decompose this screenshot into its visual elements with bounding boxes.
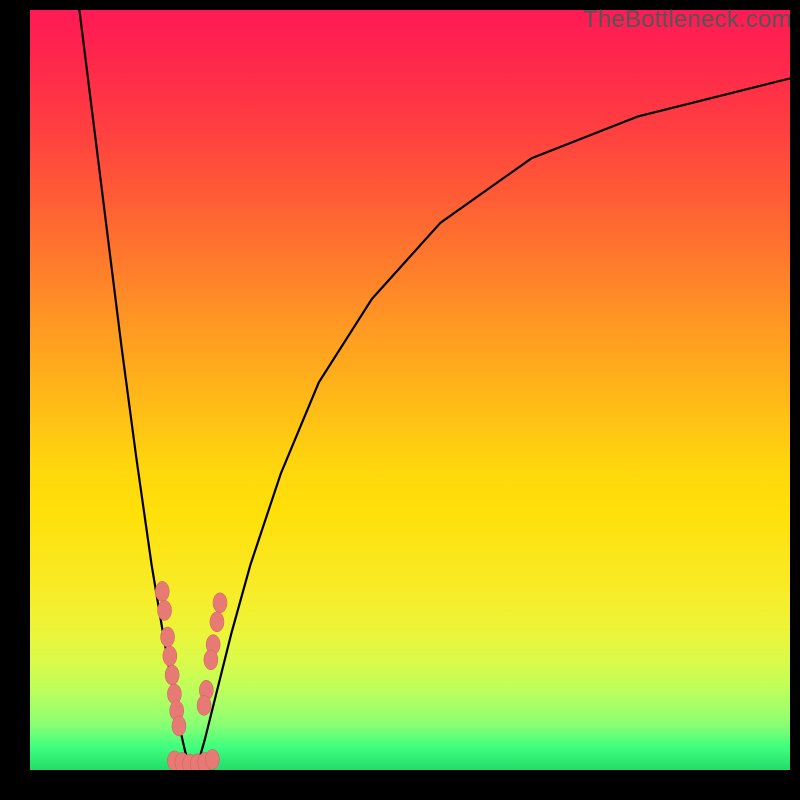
bead-marker: [197, 695, 211, 715]
plot-area: [30, 10, 790, 770]
curve-layer: [79, 10, 790, 766]
watermark-text: TheBottleneck.com: [583, 6, 792, 34]
bead-marker: [210, 612, 224, 632]
bead-marker: [161, 627, 175, 647]
bead-marker: [204, 650, 218, 670]
bead-marker: [158, 600, 172, 620]
chart-svg: [30, 10, 790, 770]
curve-right-arm: [197, 78, 790, 766]
bead-layer: [155, 581, 227, 770]
bead-marker: [172, 716, 186, 736]
bead-marker: [213, 593, 227, 613]
bead-marker: [165, 665, 179, 685]
chart-frame: TheBottleneck.com: [0, 0, 800, 800]
bead-marker: [155, 581, 169, 601]
bead-marker: [205, 749, 219, 769]
bead-marker: [163, 646, 177, 666]
